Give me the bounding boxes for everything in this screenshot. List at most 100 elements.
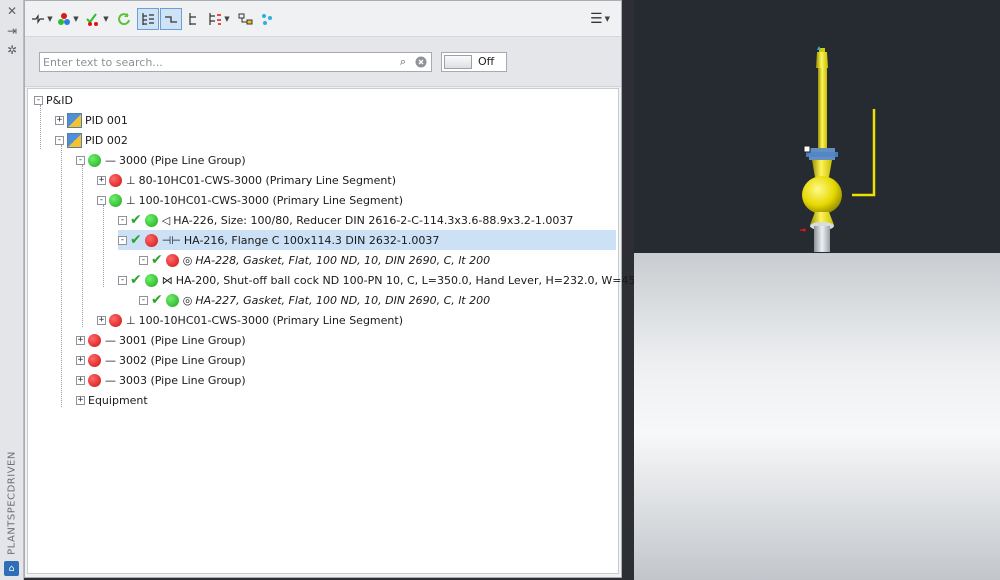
line-view-button[interactable] [160,8,182,30]
viewport-ground-plane [634,253,1000,580]
model-viewport[interactable] [634,0,1000,580]
status-green-icon [144,273,158,287]
auto-hide-icon[interactable]: ⇥ [5,24,19,38]
tree-view-button[interactable] [137,8,159,30]
tree-node-label: 100-10HC01-CWS-3000 (Primary Line Segmen… [138,313,403,327]
validate-icon[interactable]: ▼ [85,8,109,30]
tree-node-line-group-3000[interactable]: - — 3000 (Pipe Line Group) [76,150,246,170]
line-segment-icon: ⊥ [126,193,136,207]
status-colors-icon[interactable]: ▼ [57,8,79,30]
palette-title: PLANTSPECDRIVEN [6,451,18,555]
tree-guide-line [103,205,104,287]
tree-node-label: HA-228, Gasket, Flat, 100 ND, 10, DIN 26… [195,253,491,267]
close-icon[interactable]: ✕ [5,4,19,18]
toolbar: ▼ ▼ ▼ ▼ ☰ ▼ [25,1,621,37]
connect-icon[interactable] [237,8,255,30]
tree-node-label: 80-10HC01-CWS-3000 (Primary Line Segment… [138,173,396,187]
tree-node-component[interactable]: - ✔ ◎ HA-228, Gasket, Flat, 100 ND, 10, … [139,250,490,270]
expand-icon[interactable]: + [55,115,64,125]
tree-node-label: HA-200, Shut-off ball cock ND 100-PN 10,… [175,273,654,287]
valve-3d-model[interactable] [794,40,894,255]
search-area: ⌕ Off [25,37,621,87]
check-icon: ✔ [130,212,142,228]
tree-node-line-segment[interactable]: + ⊥ 100-10HC01-CWS-3000 (Primary Line Se… [97,310,403,330]
status-green-icon [88,153,101,167]
status-red-icon [88,353,101,367]
tree-node-component[interactable]: - ✔ ⋈ HA-200, Shut-off ball cock ND 100-… [118,270,653,290]
tree-node-label: Equipment [88,393,148,407]
collapse-icon[interactable]: - [118,275,127,285]
tree-node-line-segment[interactable]: - ⊥ 100-10HC01-CWS-3000 (Primary Line Se… [97,190,403,210]
expand-icon[interactable]: + [76,355,85,365]
tree-node-label: 3001 (Pipe Line Group) [119,333,246,347]
flange-icon: ⊣⊢ [161,233,181,247]
status-red-icon [144,233,158,247]
tree-node-equipment[interactable]: + Equipment [76,390,148,410]
network-icon[interactable] [259,8,275,30]
tree-node-pid-root[interactable]: - P&ID [34,90,73,110]
tree-node-label: HA-227, Gasket, Flat, 100 ND, 10, DIN 26… [195,293,491,307]
search-icon[interactable]: ⌕ [396,55,410,69]
tree-view-icon [142,13,154,25]
status-green-icon [109,193,122,207]
hamburger-menu-icon[interactable]: ☰ ▼ [587,8,613,30]
tree-node-line-segment[interactable]: + ⊥ 80-10HC01-CWS-3000 (Primary Line Seg… [97,170,396,190]
refresh-icon[interactable] [115,8,133,30]
search-input[interactable] [43,54,383,70]
status-red-icon [109,313,122,327]
expand-icon[interactable]: + [76,335,85,345]
collapse-icon[interactable]: - [118,235,127,245]
tree-node-label: HA-226, Size: 100/80, Reducer DIN 2616-2… [173,213,574,227]
search-box: ⌕ [39,52,432,72]
status-red-icon [88,373,101,387]
expand-icon[interactable]: + [97,175,106,185]
tree-node-label: 3000 (Pipe Line Group) [119,153,246,167]
tree-node-component[interactable]: - ✔ ◎ HA-227, Gasket, Flat, 100 ND, 10, … [139,290,490,310]
collapse-icon[interactable]: - [34,95,43,105]
line-segment-icon: ⊥ [126,173,136,187]
tree-node-line-group-3001[interactable]: + — 3001 (Pipe Line Group) [76,330,246,350]
collapse-icon[interactable]: - [118,215,127,225]
status-green-icon [165,293,179,307]
collapse-icon[interactable]: - [55,135,64,145]
tree-guide-line [61,145,62,407]
toggle-knob [444,55,472,69]
tree-node-label: HA-216, Flange C 100x114.3 DIN 2632-1.00… [183,233,440,247]
tree-node-pid-002[interactable]: - PID 002 [55,130,128,150]
tree-node-line-group-3003[interactable]: + — 3003 (Pipe Line Group) [76,370,246,390]
tree-guide-line [82,165,83,327]
gasket-icon: ◎ [182,293,193,307]
tree-node-line-group-3002[interactable]: + — 3002 (Pipe Line Group) [76,350,246,370]
tree-node-pid-001[interactable]: + PID 001 [55,110,128,130]
tree-node-component[interactable]: - ✔ ◁ HA-226, Size: 100/80, Reducer DIN … [118,210,573,230]
tree-node-component-selected[interactable]: - ✔ ⊣⊢ HA-216, Flange C 100x114.3 DIN 26… [118,230,616,250]
clear-search-icon[interactable] [414,55,428,69]
expand-icon[interactable]: + [76,395,85,405]
pid-drawing-icon [67,132,82,148]
project-tree: - P&ID + PID 001 - PID 002 - — 3000 (Pip… [27,88,653,574]
pipe-line-group-icon: — [105,373,116,387]
line-filter-icon[interactable]: ▼ [31,8,53,30]
collapse-icon[interactable]: - [139,255,148,265]
status-red-icon [165,253,179,267]
app-logo-icon: ⌂ [4,561,19,576]
gasket-icon: ◎ [182,253,193,267]
line-view-icon [165,16,177,23]
check-icon: ✔ [151,292,163,308]
collapse-icon[interactable]: - [97,195,106,205]
filter-toggle[interactable]: Off [441,52,507,72]
pipe-line-group-icon: — [105,333,116,347]
properties-icon[interactable]: ✲ [5,43,19,57]
tree-node-label: PID 002 [85,133,128,147]
line-segment-icon: ⊥ [126,313,136,327]
expand-icon[interactable]: + [76,375,85,385]
collapse-icon[interactable]: - [139,295,148,305]
check-icon: ✔ [130,232,142,248]
pipe-line-group-icon: — [105,153,116,167]
hierarchy-icon[interactable] [185,8,203,30]
tree-node-label: 100-10HC01-CWS-3000 (Primary Line Segmen… [138,193,403,207]
collapse-icon[interactable]: - [76,155,85,165]
status-green-icon [144,213,158,227]
sort-icon[interactable]: ▼ [207,8,231,30]
expand-icon[interactable]: + [97,315,106,325]
